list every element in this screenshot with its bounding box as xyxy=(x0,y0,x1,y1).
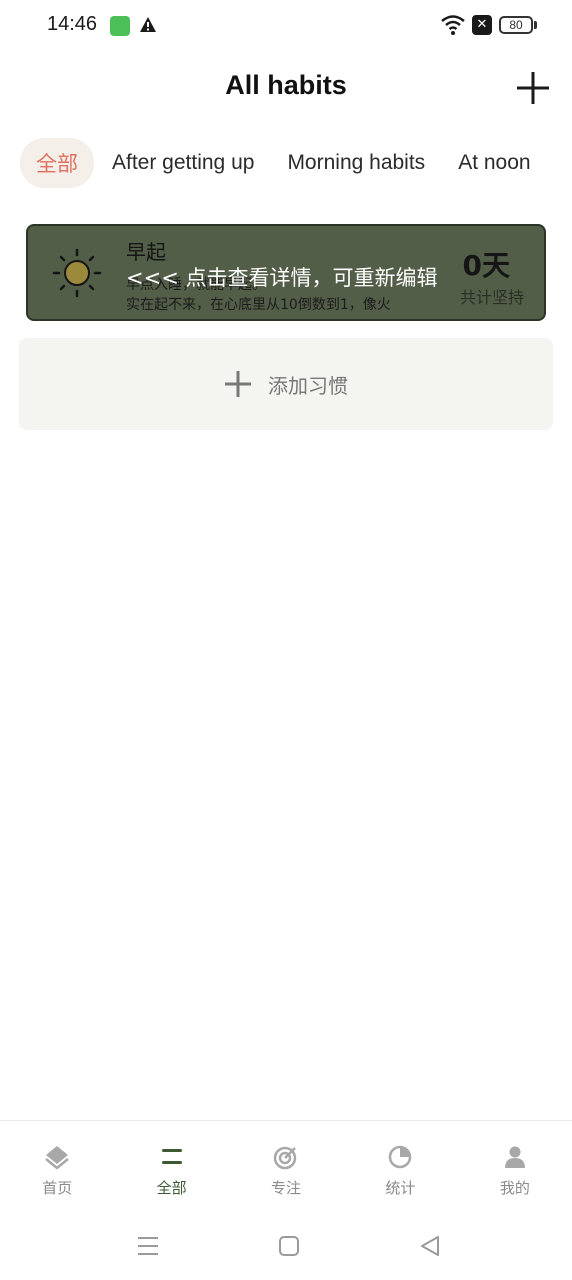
nav-all[interactable]: 全部 xyxy=(114,1121,228,1216)
tab-after-getting-up[interactable]: After getting up xyxy=(112,151,254,175)
battery-icon: 80 xyxy=(499,16,533,34)
nav-stats[interactable]: 统计 xyxy=(343,1121,457,1216)
nav-all-label: 全部 xyxy=(156,1179,187,1197)
nav-home[interactable]: 首页 xyxy=(0,1121,114,1216)
plus-icon xyxy=(225,371,251,397)
tab-all[interactable]: 全部 xyxy=(20,138,94,188)
target-icon xyxy=(273,1146,297,1170)
habit-total-label: 共计坚持 xyxy=(459,288,524,307)
habit-days-count: 0天 xyxy=(462,249,510,282)
add-habit-button[interactable]: 添加习惯 xyxy=(19,338,553,430)
habit-name: 早起 xyxy=(126,240,166,264)
menu-icon[interactable] xyxy=(136,1234,160,1258)
habit-card[interactable]: 早起 早点入睡，就能早起。 实在起不来，在心底里从10倒数到1，像火 0天 共计… xyxy=(26,224,546,321)
tab-at-noon[interactable]: At noon xyxy=(458,151,530,175)
nav-profile-label: 我的 xyxy=(499,1179,530,1197)
edit-hint-overlay: <<< 点击查看详情，可重新编辑 xyxy=(126,266,438,290)
bottom-navigation: 首页 全部 专注 统计 我的 xyxy=(0,1120,572,1216)
back-triangle-icon[interactable] xyxy=(418,1234,442,1258)
habit-description-line2: 实在起不来，在心底里从10倒数到1，像火 xyxy=(126,297,391,313)
nav-stats-label: 统计 xyxy=(385,1179,416,1197)
plus-icon[interactable] xyxy=(515,70,551,106)
nav-focus[interactable]: 专注 xyxy=(229,1121,343,1216)
wifi-icon xyxy=(441,15,465,35)
sun-icon xyxy=(52,248,102,298)
system-navigation-bar xyxy=(0,1216,572,1280)
nav-profile[interactable]: 我的 xyxy=(458,1121,572,1216)
battery-tip xyxy=(534,21,537,29)
warning-icon xyxy=(140,17,156,32)
page-title: All habits xyxy=(225,70,347,100)
home-icon xyxy=(45,1146,69,1170)
add-habit-label: 添加习惯 xyxy=(268,373,348,398)
close-box-icon: ✕ xyxy=(472,15,492,35)
app-notification-icon xyxy=(110,16,130,36)
user-icon xyxy=(504,1146,525,1168)
category-tabs: 全部 After getting up Morning habits At no… xyxy=(20,138,564,188)
pie-chart-icon xyxy=(389,1145,412,1169)
list-icon xyxy=(161,1149,182,1164)
nav-home-label: 首页 xyxy=(42,1179,73,1197)
home-square-icon[interactable] xyxy=(277,1234,301,1258)
nav-focus-label: 专注 xyxy=(271,1179,302,1197)
status-time: 14:46 xyxy=(47,13,98,35)
tab-morning-habits[interactable]: Morning habits xyxy=(287,151,425,175)
status-bar: 14:46 ✕ 80 xyxy=(0,0,572,52)
